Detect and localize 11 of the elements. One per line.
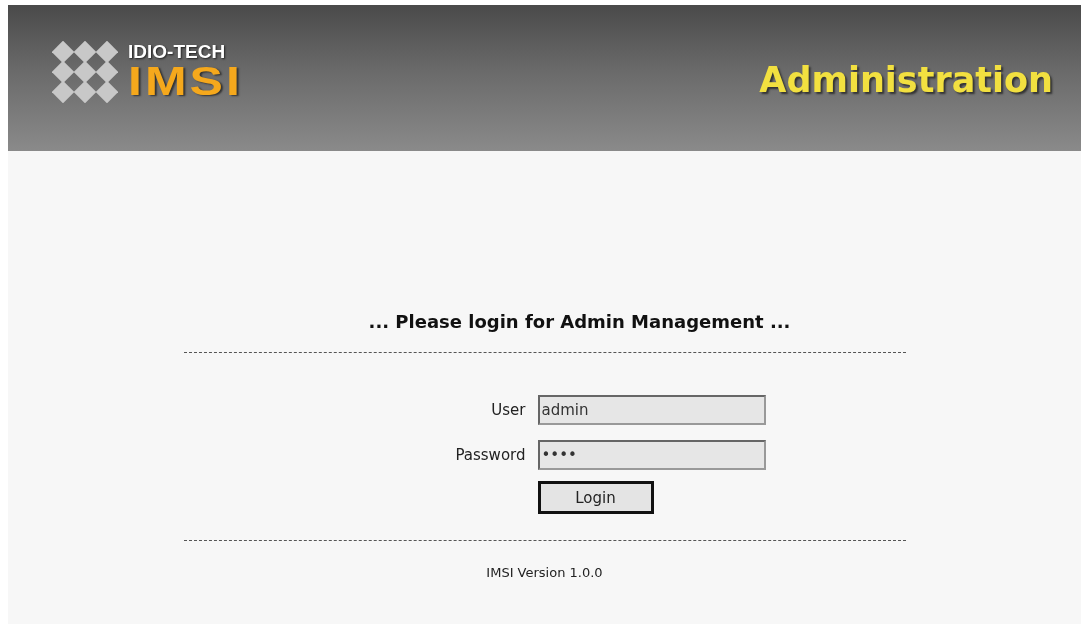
logo-text: IMSI: [128, 60, 243, 95]
page-title: Administration: [759, 60, 1053, 100]
logo-text: IDIO-TECH: [128, 41, 227, 61]
login-button[interactable]: Login: [537, 481, 654, 514]
field-label: User: [490, 401, 526, 419]
input-field[interactable]: ••••: [537, 440, 766, 470]
field-label: Password: [454, 446, 526, 464]
input-field[interactable]: admin: [537, 395, 766, 425]
login-heading: ... Please login for Admin Management ...: [368, 311, 791, 332]
version-text: IMSI Version 1.0.0: [486, 565, 603, 580]
diamond-grid-icon: [52, 41, 118, 103]
